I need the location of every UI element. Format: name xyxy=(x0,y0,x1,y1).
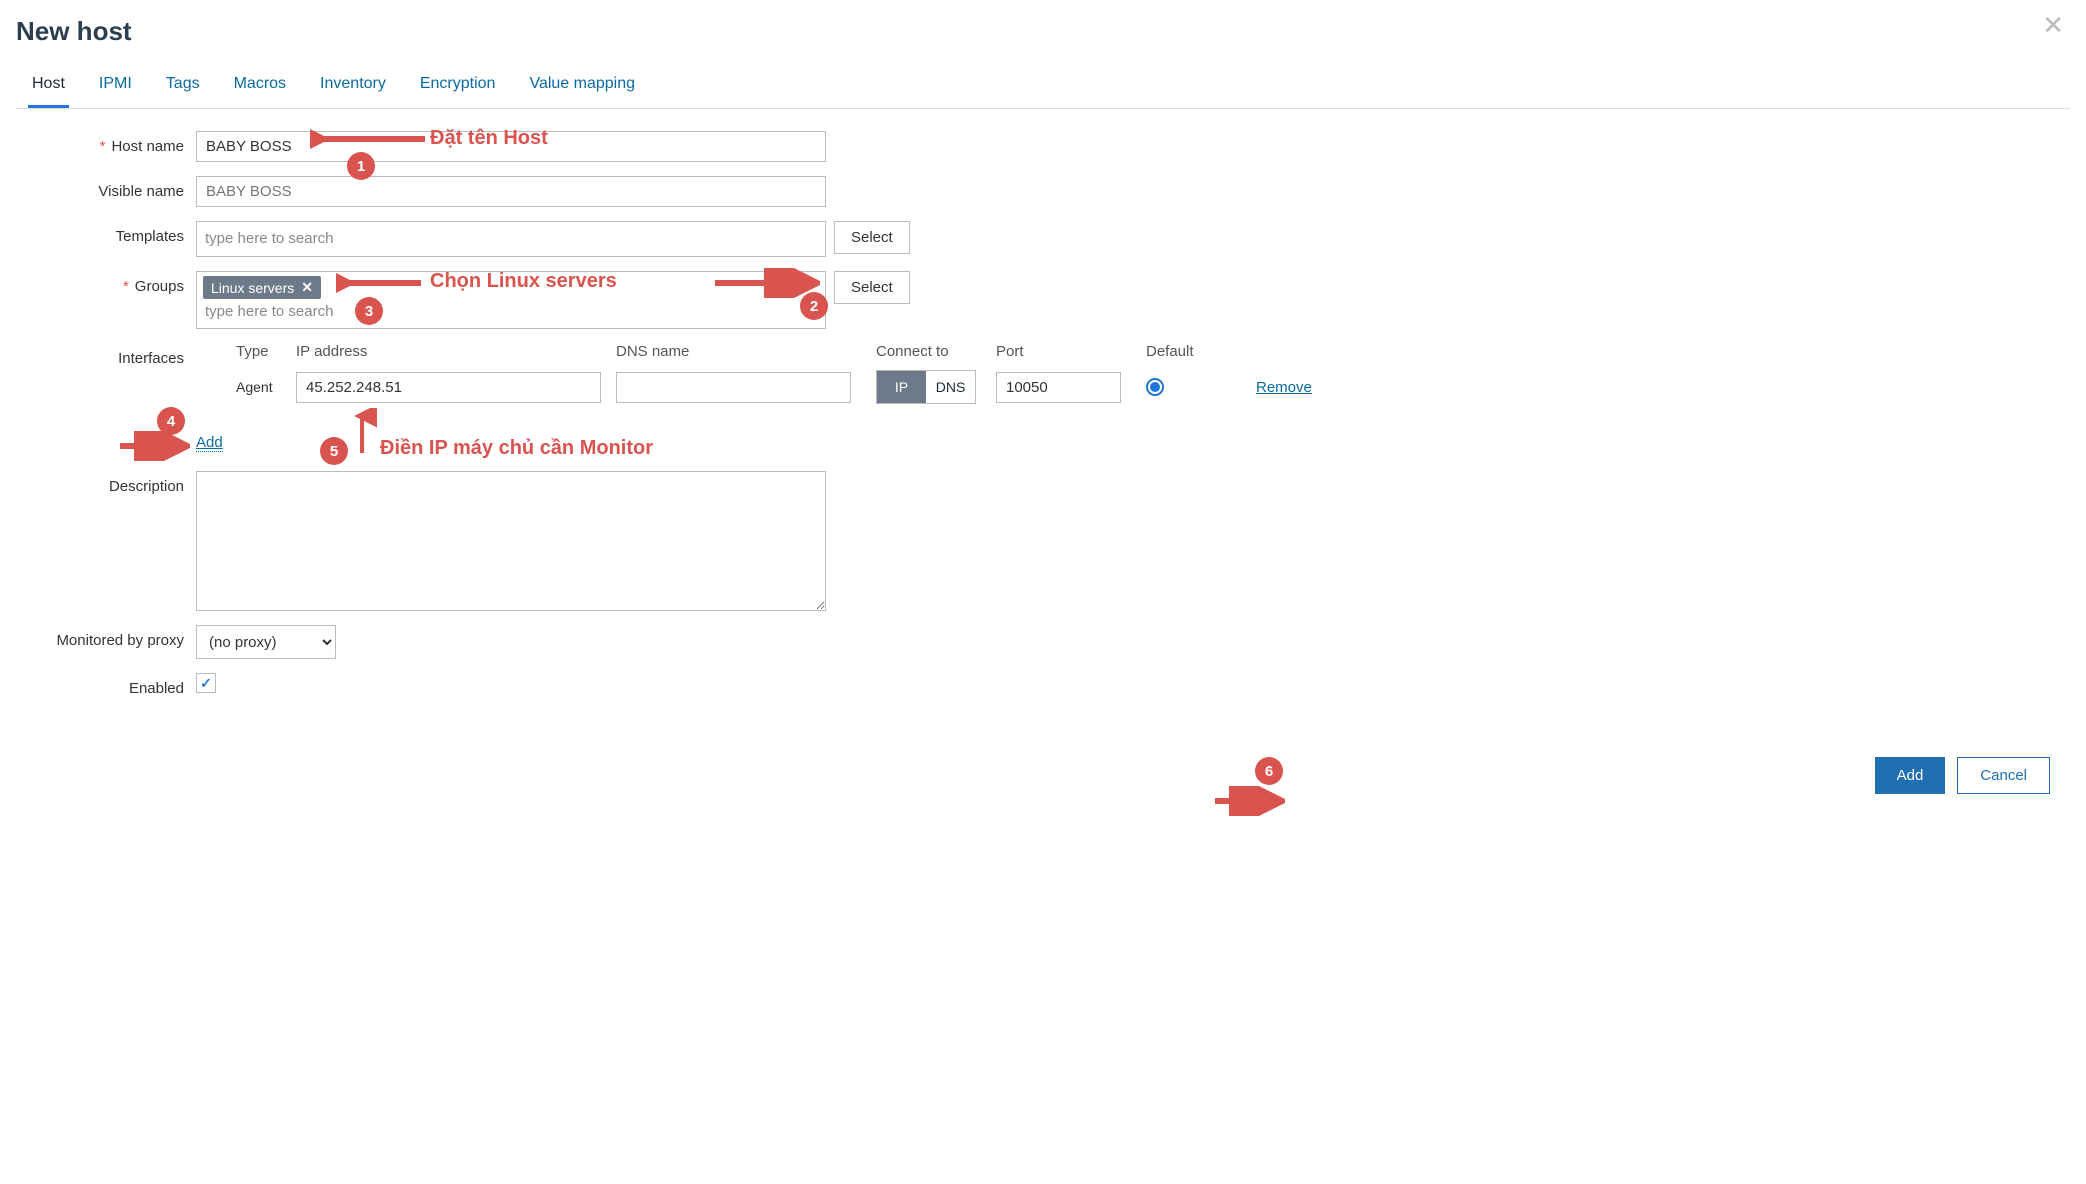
label-proxy: Monitored by proxy xyxy=(16,625,196,649)
label-visiblename: Visible name xyxy=(16,176,196,200)
iface-head-dns: DNS name xyxy=(616,343,876,360)
iface-default-radio[interactable] xyxy=(1146,378,1164,396)
iface-head-port: Port xyxy=(996,343,1146,360)
iface-head-ip: IP address xyxy=(296,343,616,360)
iface-add-link[interactable]: Add xyxy=(196,434,223,452)
tab-inventory[interactable]: Inventory xyxy=(316,65,390,108)
iface-ip-input[interactable] xyxy=(296,372,601,403)
iface-head-default: Default xyxy=(1146,343,1226,360)
label-groups: Groups xyxy=(16,271,196,295)
iface-remove-link[interactable]: Remove xyxy=(1256,379,1312,396)
iface-head-conn: Connect to xyxy=(876,343,996,360)
iface-dns-input[interactable] xyxy=(616,372,851,403)
iface-type: Agent xyxy=(236,379,296,395)
tabs: Host IPMI Tags Macros Inventory Encrypti… xyxy=(16,65,2070,109)
templates-search[interactable] xyxy=(203,226,463,251)
cancel-button[interactable]: Cancel xyxy=(1957,757,2050,794)
tab-tags[interactable]: Tags xyxy=(162,65,204,108)
group-tag: Linux servers ✕ xyxy=(203,276,321,299)
connect-dns-seg[interactable]: DNS xyxy=(926,371,975,403)
iface-port-input[interactable] xyxy=(996,372,1121,403)
connect-ip-seg[interactable]: IP xyxy=(877,371,926,403)
label-templates: Templates xyxy=(16,221,196,245)
label-interfaces: Interfaces xyxy=(16,343,196,367)
templates-select-button[interactable]: Select xyxy=(834,221,910,254)
templates-box[interactable] xyxy=(196,221,826,257)
tab-host[interactable]: Host xyxy=(28,65,69,108)
proxy-select[interactable]: (no proxy) xyxy=(196,625,336,659)
page-title: New host xyxy=(16,16,2070,47)
groups-search[interactable] xyxy=(203,299,463,324)
connect-to-toggle[interactable]: IP DNS xyxy=(876,370,976,404)
hostname-input[interactable] xyxy=(196,131,826,162)
label-hostname: Host name xyxy=(16,131,196,155)
description-input[interactable] xyxy=(196,471,826,611)
label-description: Description xyxy=(16,471,196,495)
tab-encryption[interactable]: Encryption xyxy=(416,65,500,108)
group-tag-label: Linux servers xyxy=(211,280,294,296)
tab-ipmi[interactable]: IPMI xyxy=(95,65,136,108)
add-button[interactable]: Add xyxy=(1875,757,1946,794)
tab-macros[interactable]: Macros xyxy=(230,65,290,108)
groups-box[interactable]: Linux servers ✕ xyxy=(196,271,826,329)
label-enabled: Enabled xyxy=(16,673,196,697)
tab-valuemapping[interactable]: Value mapping xyxy=(525,65,639,108)
visiblename-input[interactable] xyxy=(196,176,826,207)
close-icon[interactable]: ✕ xyxy=(2042,10,2064,41)
groups-select-button[interactable]: Select xyxy=(834,271,910,304)
iface-head-type: Type xyxy=(236,343,296,360)
enabled-checkbox[interactable]: ✓ xyxy=(196,673,216,693)
group-tag-remove-icon[interactable]: ✕ xyxy=(301,279,313,296)
